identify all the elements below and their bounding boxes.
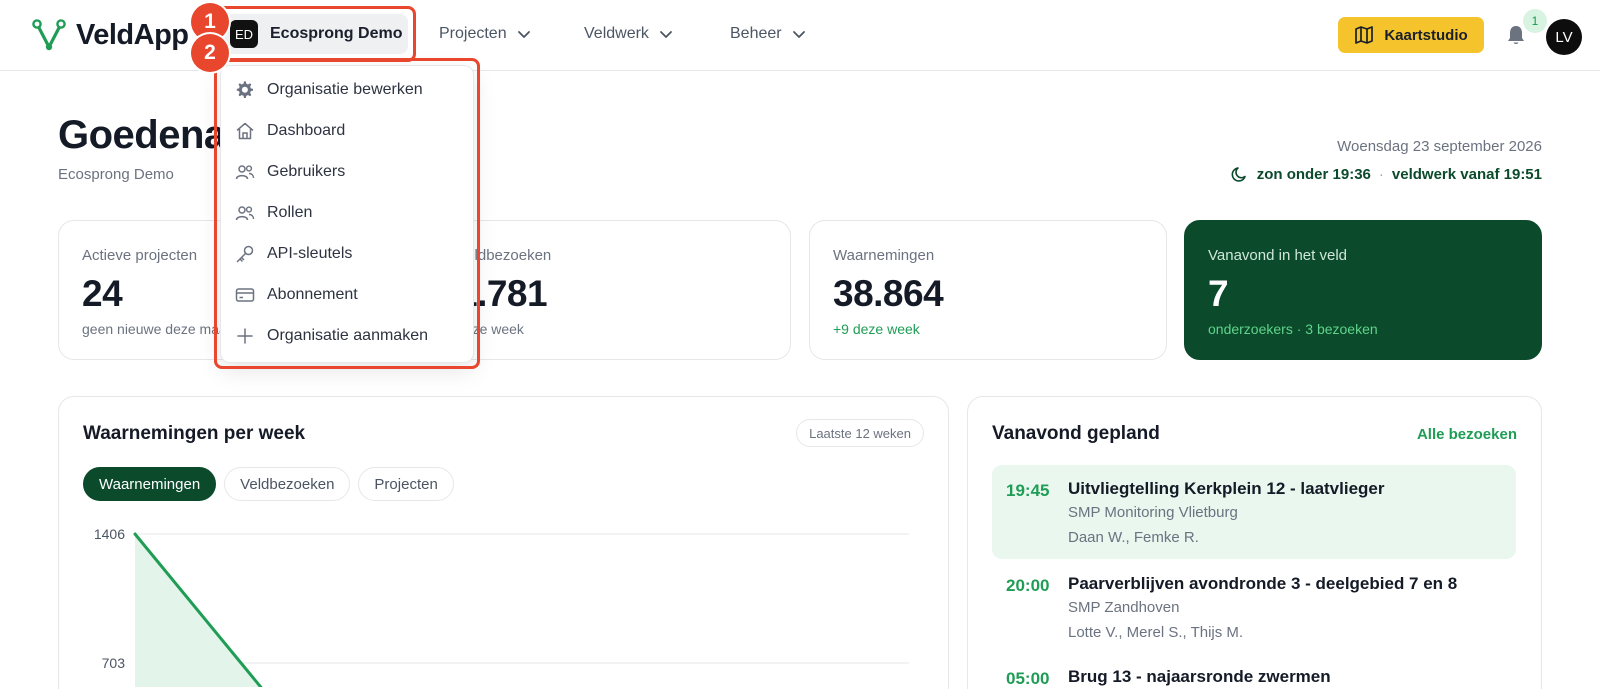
visit-time: 05:00 [1006,669,1050,688]
sun-info: zon onder 19:36 · veldwerk vanaf 19:51 [1231,165,1542,183]
annotation-badge-2: 2 [191,34,229,72]
annotation-box-1 [216,6,416,62]
nav-projecten[interactable]: Projecten [439,25,531,43]
stat-value: 38.864 [833,273,944,314]
range-selector[interactable]: Laatste 12 weken [796,419,924,447]
series-area [135,534,261,687]
stat-card-tonight[interactable]: Vanavond in het veld 7 onderzoekers · 3 … [1184,220,1542,360]
tab-veldbezoeken[interactable]: Veldbezoeken [224,467,351,501]
nav-label: Projecten [439,25,507,42]
bell-icon[interactable] [1505,24,1527,46]
nav-label: Beheer [730,25,782,42]
tab-projecten[interactable]: Projecten [358,467,454,501]
visit-project: SMP Zandhoven [1068,599,1180,616]
visit-people: Daan W., Femke R. [1068,529,1199,546]
visit-title: Uitvliegtelling Kerkplein 12 - laatvlieg… [1068,479,1385,498]
user-avatar[interactable]: LV [1546,19,1582,55]
org-subtitle: Ecosprong Demo [58,166,174,183]
chevron-down-icon [517,31,530,38]
visit-time: 19:45 [1006,481,1050,500]
stat-label: Actieve projecten [82,247,198,264]
chevron-down-icon [660,31,672,38]
observations-chart: 1406 703 [94,526,909,687]
visit-item[interactable]: 19:45 Uitvliegtelling Kerkplein 12 - laa… [992,465,1516,559]
app-logo[interactable]: VeldApp [32,18,189,52]
stat-card-observations[interactable]: Waarnemingen 38.864 +9 deze week [809,220,1167,360]
map-icon [1355,26,1374,44]
tab-waarnemingen[interactable]: Waarnemingen [83,467,217,501]
visit-project: SMP Monitoring Vlietburg [1068,504,1238,521]
app-name: VeldApp [76,18,189,51]
stat-value: 7 [1208,273,1229,314]
stat-label: Waarnemingen [833,247,935,264]
current-date: Woensdag 23 september 2026 [1337,138,1542,155]
visit-title: Paarverblijven avondronde 3 - deelgebied… [1068,574,1458,593]
stat-label: Vanavond in het veld [1208,247,1347,264]
tonight-panel: Vanavond gepland Alle bezoeken 19:45 Uit… [967,396,1542,689]
chevron-down-icon [792,31,805,38]
observations-chart-panel: Waarnemingen per week Laatste 12 weken W… [58,396,949,689]
y-tick-label: 703 [102,655,126,671]
visit-people: Lotte V., Merel S., Thijs M. [1068,624,1244,641]
visit-item[interactable]: 20:00 Paarverblijven avondronde 3 - deel… [992,560,1516,654]
panel-title: Waarnemingen per week [83,423,306,444]
panel-title: Vanavond gepland [992,423,1160,444]
y-tick-label: 1406 [94,526,125,542]
logo-icon [32,19,66,51]
visit-time: 20:00 [1006,576,1050,595]
visit-item[interactable]: 05:00 Brug 13 - najaarsronde zwermen [992,653,1516,689]
kaartstudio-button[interactable]: Kaartstudio [1338,17,1484,53]
stat-sub: +9 deze week [833,321,920,337]
chart-tabs: Waarnemingen Veldbezoeken Projecten [83,467,462,501]
stat-value: 24 [82,273,123,314]
sunset-time: zon onder 19:36 [1256,165,1371,183]
fieldwork-time: veldwerk vanaf 19:51 [1391,165,1542,183]
kaartstudio-label: Kaartstudio [1384,26,1468,44]
notification-badge: 1 [1523,9,1547,33]
all-visits-link[interactable]: Alle bezoeken [1417,426,1517,443]
moon-icon [1231,167,1246,182]
stat-sub: onderzoekers · 3 bezoeken [1208,321,1378,337]
visit-title: Brug 13 - najaarsronde zwermen [1068,667,1331,686]
nav-beheer[interactable]: Beheer [730,25,806,43]
stat-card-field-visits[interactable]: Veldbezoeken 1.781 deze week [433,220,791,360]
nav-veldwerk[interactable]: Veldwerk [584,25,673,43]
annotation-box-2 [214,58,480,369]
separator: · [1378,165,1384,183]
nav-label: Veldwerk [584,25,649,42]
